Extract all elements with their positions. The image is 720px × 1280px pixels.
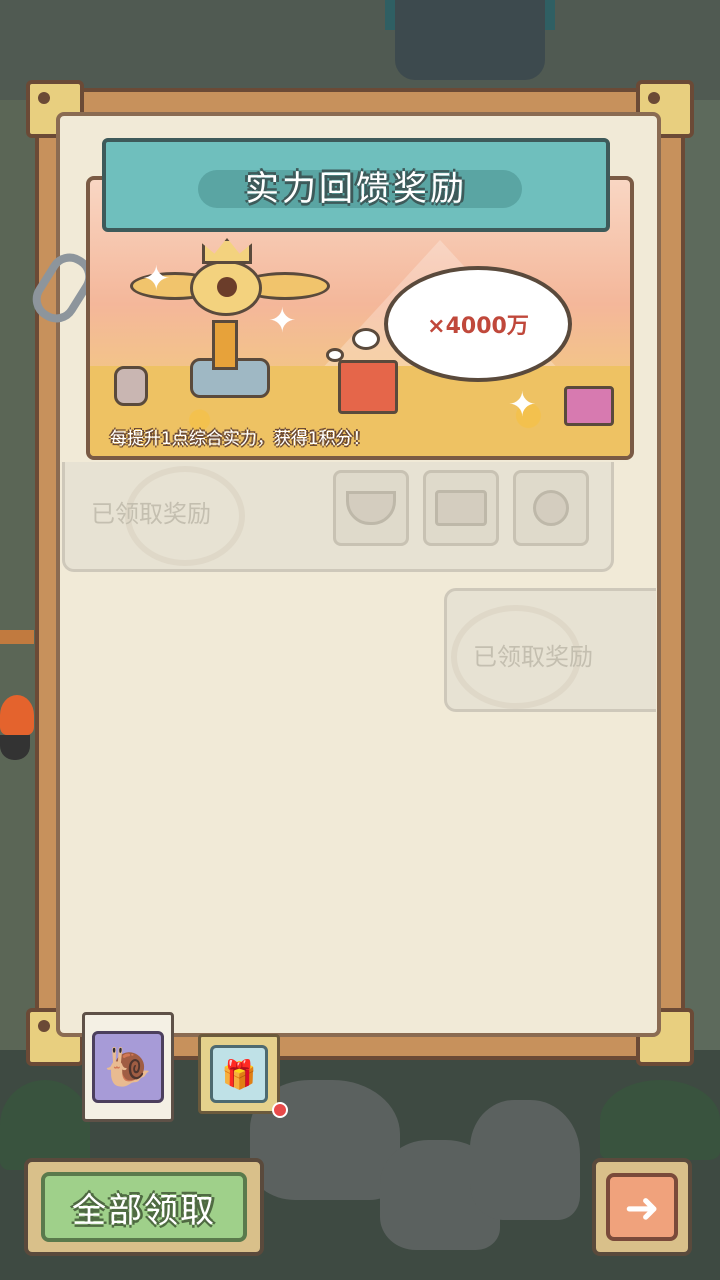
grass	[0, 1080, 90, 1170]
reward-row[interactable]: 已领取奖励	[444, 588, 656, 712]
potion-icon	[114, 366, 148, 406]
box-icon	[435, 490, 487, 526]
claim-all-button[interactable]: 全部领取	[24, 1158, 264, 1256]
thought-dot	[352, 328, 380, 350]
grass	[600, 1080, 720, 1160]
gift-icon	[564, 386, 614, 426]
spoon-icon	[533, 490, 569, 526]
rope	[0, 630, 34, 644]
rock	[470, 1100, 580, 1220]
multiplier-text: ×4000万	[427, 314, 529, 339]
tower	[395, 0, 545, 80]
claim-all-label: 全部领取	[41, 1172, 247, 1242]
reward-item-slot[interactable]	[513, 470, 589, 546]
reward-item-slot[interactable]	[423, 470, 499, 546]
sparkle-icon: ✦	[268, 301, 297, 341]
title-plate: 实力回馈奖励	[102, 138, 610, 232]
cooking-pot	[0, 735, 30, 760]
background-top	[0, 0, 720, 100]
reward-status: 已领取奖励	[473, 643, 593, 671]
snail-icon: 🐌	[92, 1031, 164, 1103]
tab-snail[interactable]: 🐌	[82, 1012, 174, 1122]
thought-cloud: ×4000万	[384, 266, 572, 382]
reward-row[interactable]: 已领取奖励	[62, 462, 614, 572]
tab-gift[interactable]: 🎁	[198, 1034, 280, 1114]
next-button[interactable]: ➜	[592, 1158, 692, 1256]
notification-dot	[272, 1102, 288, 1118]
eye-statue-icon	[190, 260, 262, 316]
reward-status: 已领取奖励	[91, 500, 211, 528]
campfire	[0, 695, 34, 735]
arrow-right-icon: ➜	[606, 1173, 678, 1241]
statue-pole	[212, 320, 238, 370]
gift-icon	[338, 360, 398, 414]
gift-box-icon: 🎁	[210, 1045, 268, 1103]
thought-dot	[326, 348, 344, 362]
sparkle-icon: ✦	[142, 259, 171, 299]
bowl-icon	[346, 491, 396, 525]
banner-description: 每提升1点综合实力，获得1积分！	[110, 429, 370, 449]
sparkle-icon: ✦	[508, 385, 537, 425]
reward-item-slot[interactable]	[333, 470, 409, 546]
page-title: 实力回馈奖励	[245, 168, 467, 209]
